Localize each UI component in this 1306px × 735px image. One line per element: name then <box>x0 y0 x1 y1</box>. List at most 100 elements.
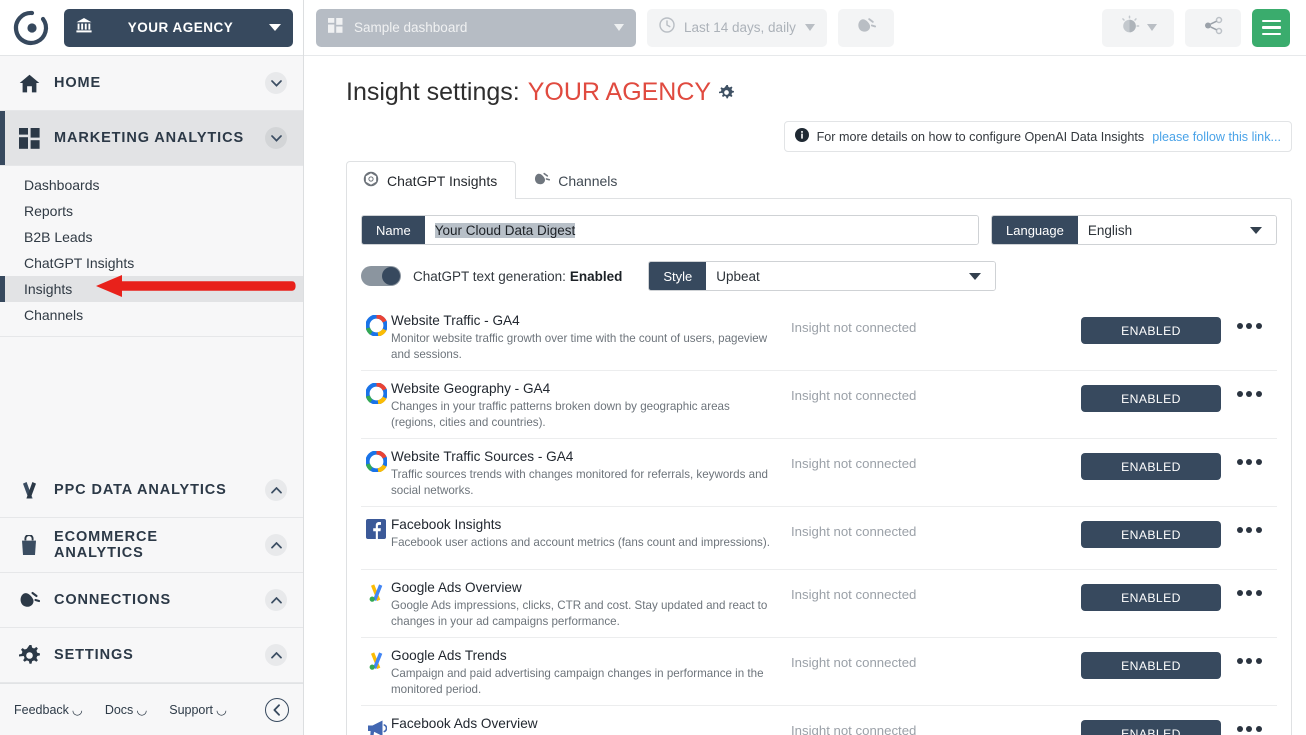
sidebar-item-channels[interactable]: Channels <box>0 302 303 328</box>
info-banner-link[interactable]: please follow this link... <box>1152 130 1281 144</box>
insight-more-options-icon[interactable] <box>1221 312 1277 329</box>
sidebar-label-home: HOME <box>54 75 102 91</box>
chevron-down-icon <box>1250 226 1262 234</box>
insight-enabled-button[interactable]: ENABLED <box>1081 453 1221 480</box>
sidebar-item-b2b-leads[interactable]: B2B Leads <box>0 224 303 250</box>
insight-more-options-icon[interactable] <box>1221 647 1277 664</box>
hamburger-line <box>1261 32 1281 36</box>
sidebar-label-b2b-leads: B2B Leads <box>24 229 93 245</box>
clock-icon <box>659 17 675 38</box>
insight-text: Website Traffic Sources - GA4 Traffic so… <box>391 448 791 498</box>
info-banner: For more details on how to configure Ope… <box>783 121 1292 152</box>
insight-title: Website Traffic Sources - GA4 <box>391 449 574 464</box>
insight-row: Google Ads Trends Campaign and paid adve… <box>361 637 1277 705</box>
sidebar-item-reports[interactable]: Reports <box>0 198 303 224</box>
sidebar-submenu-marketing: Dashboards Reports B2B Leads ChatGPT Ins… <box>0 166 303 337</box>
hamburger-line <box>1261 19 1281 23</box>
insight-enabled-button[interactable]: ENABLED <box>1081 584 1221 611</box>
insight-more-options-icon[interactable] <box>1221 380 1277 397</box>
insight-title: Website Traffic - GA4 <box>391 313 520 328</box>
insight-more-options-icon[interactable] <box>1221 448 1277 465</box>
tab-label-chatgpt-insights: ChatGPT Insights <box>387 172 498 189</box>
sidebar-item-dashboards[interactable]: Dashboards <box>0 172 303 198</box>
sidebar-item-marketing-analytics[interactable]: MARKETING ANALYTICS <box>0 111 303 166</box>
external-link-icon: ◡ <box>216 703 227 717</box>
sidebar-item-connections[interactable]: CONNECTIONS <box>0 573 303 628</box>
sidebar: YOUR AGENCY HOME MARKETING ANALYTICS Das… <box>0 0 304 735</box>
tab-channels[interactable]: Channels <box>516 161 636 199</box>
sidebar-label-marketing-analytics: MARKETING ANALYTICS <box>54 130 245 146</box>
bank-icon <box>76 17 92 38</box>
sidebar-item-home[interactable]: HOME <box>0 56 303 111</box>
plug-icon <box>18 589 40 611</box>
support-link[interactable]: Support ◡ <box>169 702 227 718</box>
language-select[interactable]: Language English <box>991 215 1277 245</box>
sidebar-label-channels: Channels <box>24 307 84 323</box>
insight-enabled-button[interactable]: ENABLED <box>1081 720 1221 735</box>
connections-button[interactable] <box>837 8 894 47</box>
share-button[interactable] <box>1185 8 1241 47</box>
gear-icon[interactable] <box>719 78 735 107</box>
agency-selector-button[interactable]: YOUR AGENCY <box>64 8 293 47</box>
name-field-label: Name <box>362 216 425 244</box>
sidebar-item-chatgpt-insights[interactable]: ChatGPT Insights <box>0 250 303 276</box>
chevron-up-icon[interactable] <box>265 644 287 666</box>
app-root: YOUR AGENCY HOME MARKETING ANALYTICS Das… <box>0 0 1306 735</box>
page-title-agency: YOUR AGENCY <box>527 78 712 106</box>
sidebar-item-ecommerce-analytics[interactable]: ECOMMERCE ANALYTICS <box>0 518 303 573</box>
insight-more-options-icon[interactable] <box>1221 516 1277 533</box>
style-field-label: Style <box>649 262 707 290</box>
sidebar-label-reports: Reports <box>24 203 74 219</box>
insight-status: Insight not connected <box>791 587 917 602</box>
chevron-up-icon[interactable] <box>265 479 287 501</box>
insight-more-options-icon[interactable] <box>1221 715 1277 732</box>
chevron-up-icon[interactable] <box>265 589 287 611</box>
chevron-down-icon[interactable] <box>265 127 287 149</box>
toggle-label: ChatGPT text generation: Enabled <box>413 269 622 284</box>
sidebar-label-chatgpt-insights: ChatGPT Insights <box>24 255 135 271</box>
info-icon <box>794 128 809 145</box>
insight-description: Campaign and paid advertising campaign c… <box>391 667 764 696</box>
insight-enabled-button[interactable]: ENABLED <box>1081 385 1221 412</box>
app-logo-icon <box>12 8 52 48</box>
insight-enabled-button[interactable]: ENABLED <box>1081 652 1221 679</box>
share-icon <box>1204 16 1223 40</box>
sidebar-label-settings: SETTINGS <box>54 647 134 663</box>
chevron-down-icon[interactable] <box>265 72 287 94</box>
name-input[interactable]: Your Cloud Data Digest <box>424 216 978 244</box>
top-toolbar: Sample dashboard Last 14 days, daily <box>304 0 1306 56</box>
language-select-value-wrap: English <box>1077 216 1276 244</box>
info-banner-text: For more details on how to configure Ope… <box>816 129 1145 144</box>
insight-enabled-button[interactable]: ENABLED <box>1081 521 1221 548</box>
docs-link[interactable]: Docs ◡ <box>105 702 148 718</box>
sidebar-item-ppc-data-analytics[interactable]: PPC DATA ANALYTICS <box>0 463 303 518</box>
date-range-selector[interactable]: Last 14 days, daily <box>647 8 827 47</box>
openai-icon <box>363 171 379 190</box>
feedback-link[interactable]: Feedback ◡ <box>14 702 83 718</box>
insight-description: Traffic sources trends with changes moni… <box>391 468 768 497</box>
main-area: Sample dashboard Last 14 days, daily Ins… <box>304 0 1306 735</box>
theme-button[interactable] <box>1102 8 1174 47</box>
dashboard-selector[interactable]: Sample dashboard <box>316 8 636 47</box>
support-label: Support <box>169 702 214 717</box>
external-link-icon: ◡ <box>136 703 148 717</box>
tab-chatgpt-insights[interactable]: ChatGPT Insights <box>346 161 517 199</box>
sidebar-item-insights[interactable]: Insights <box>0 276 303 302</box>
chevron-up-icon[interactable] <box>265 534 287 556</box>
theme-icon <box>1119 14 1140 41</box>
page-title-prefix: Insight settings: <box>346 78 520 106</box>
chatgpt-text-generation-toggle[interactable] <box>361 266 401 286</box>
collapse-sidebar-button[interactable] <box>265 697 289 722</box>
insight-more-options-icon[interactable] <box>1221 579 1277 596</box>
insight-row: Website Traffic Sources - GA4 Traffic so… <box>361 438 1277 506</box>
insight-enabled-button[interactable]: ENABLED <box>1081 317 1221 344</box>
sidebar-footer: Feedback ◡ Docs ◡ Support ◡ <box>0 683 303 735</box>
name-field[interactable]: Name Your Cloud Data Digest <box>361 215 979 245</box>
insight-title: Website Geography - GA4 <box>391 381 551 396</box>
sidebar-item-settings[interactable]: SETTINGS <box>0 628 303 683</box>
shopping-bag-icon <box>18 534 40 556</box>
style-select[interactable]: Style Upbeat <box>648 261 997 291</box>
google-analytics-icon <box>361 382 391 404</box>
hamburger-menu-button[interactable] <box>1252 8 1290 47</box>
gear-icon <box>18 644 40 666</box>
